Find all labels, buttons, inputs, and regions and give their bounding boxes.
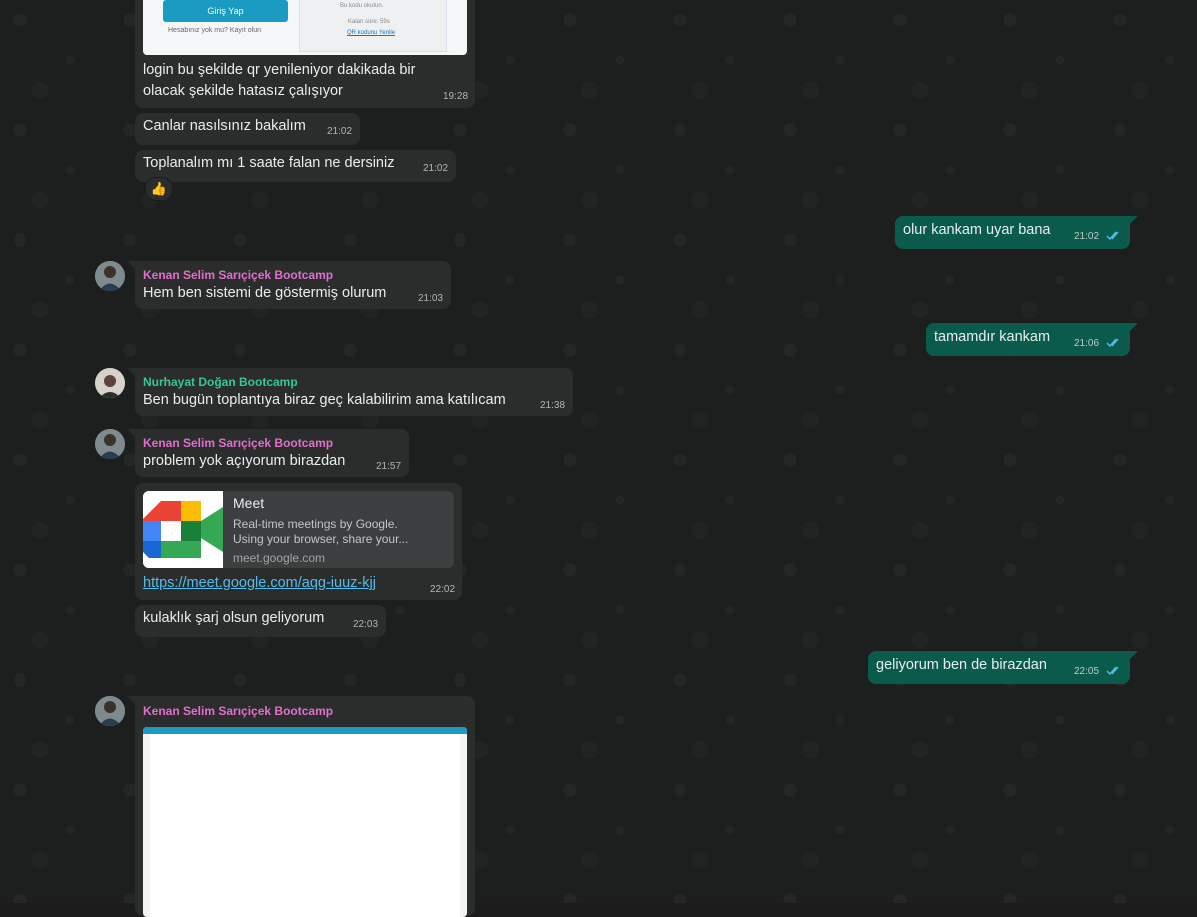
message-text: login bu şekilde qr yenileniyor dakikada… [143, 62, 416, 78]
message-incoming[interactable]: Toplanalım mı 1 saate falan ne dersiniz … [135, 150, 456, 182]
qr-link: QR kodunu Yenile [347, 30, 396, 36]
bubble-tail [1130, 216, 1138, 224]
meet-link[interactable]: https://meet.google.com/aqg-iuuz-kjj [143, 573, 376, 594]
message-outgoing[interactable]: olur kankam uyar bana 21:02 [895, 216, 1130, 249]
message-incoming-link[interactable]: Meet Real-time meetings by Google. Using… [135, 483, 462, 600]
double-check-icon [1106, 338, 1119, 348]
preview-title: Meet [233, 495, 265, 511]
message-outgoing[interactable]: geliyorum ben de birazdan 22:05 [868, 651, 1130, 684]
message-time: 21:02 [423, 163, 449, 174]
bubble-tail [127, 368, 135, 376]
link-preview-card[interactable]: Meet Real-time meetings by Google. Using… [143, 491, 454, 568]
double-check-icon [1106, 231, 1119, 241]
message-text: problem yok açıyorum birazdan [143, 453, 346, 469]
message-incoming[interactable]: Nurhayat Doğan Bootcamp Ben bugün toplan… [135, 368, 573, 416]
message-incoming[interactable]: Kenan Selim Sarıçiçek Bootcamp Hem ben s… [135, 261, 451, 309]
preview-description: Real-time meetings by Google. [233, 517, 398, 531]
message-text: Toplanalım mı 1 saate falan ne dersiniz [143, 155, 395, 171]
message-text: Hem ben sistemi de göstermiş olurum [143, 285, 387, 301]
image-content [150, 734, 460, 917]
message-incoming-image[interactable]: Kenan Selim Sarıçiçek Bootcamp [135, 696, 475, 917]
qr-panel-image: Bu kodu okutun. Kalan süre: 59s QR kodun… [299, 0, 447, 52]
message-time: 21:02 [1074, 231, 1100, 242]
message-time: 19:28 [443, 91, 469, 102]
message-incoming[interactable]: kulaklık şarj olsun geliyorum 22:03 [135, 605, 386, 637]
login-screenshot[interactable]: Giriş Yap Hesabınız yok mu? Kayıt olun B… [143, 0, 467, 55]
bubble-tail [127, 696, 135, 704]
message-time: 21:03 [418, 293, 444, 304]
google-meet-logo [143, 491, 223, 568]
qr-line2: Kalan süre: 59s [348, 19, 390, 25]
bubble-tail [1130, 323, 1138, 331]
message-time: 21:38 [540, 400, 566, 411]
sender-name[interactable]: Kenan Selim Sarıçiçek Bootcamp [143, 704, 333, 718]
sender-name[interactable]: Kenan Selim Sarıçiçek Bootcamp [143, 436, 333, 450]
shared-image[interactable] [143, 727, 467, 917]
avatar[interactable] [95, 696, 125, 726]
message-text: kulaklık şarj olsun geliyorum [143, 610, 325, 626]
message-incoming-image[interactable]: Giriş Yap Hesabınız yok mu? Kayıt olun B… [135, 0, 475, 108]
message-text: olacak şekilde hatasız çalışıyor [143, 83, 343, 99]
message-text: Ben bugün toplantıya biraz geç kalabilir… [143, 392, 506, 408]
message-time: 21:57 [376, 461, 402, 472]
image-header-bar [143, 727, 467, 734]
message-text: tamamdır kankam [934, 329, 1051, 345]
avatar[interactable] [95, 368, 125, 398]
message-time: 22:02 [430, 584, 456, 595]
person-avatar-icon [95, 429, 125, 459]
reaction-thumbs-up[interactable]: 👍 [145, 177, 173, 201]
person-avatar-icon [95, 696, 125, 726]
message-time: 21:02 [327, 126, 353, 137]
avatar[interactable] [95, 261, 125, 291]
bubble-tail [127, 429, 135, 437]
login-button-image: Giriş Yap [163, 0, 288, 22]
double-check-icon [1106, 666, 1119, 676]
message-outgoing[interactable]: tamamdır kankam 21:06 [926, 323, 1130, 356]
message-text: geliyorum ben de birazdan [876, 657, 1047, 673]
message-time: 22:05 [1074, 666, 1100, 677]
bubble-tail [127, 261, 135, 269]
message-time: 22:03 [353, 619, 379, 630]
person-avatar-icon [95, 261, 125, 291]
avatar[interactable] [95, 429, 125, 459]
preview-domain: meet.google.com [233, 551, 326, 565]
qr-line1: Bu kodu okutun. [340, 3, 384, 9]
preview-description: Using your browser, share your... [233, 532, 409, 546]
message-text: olur kankam uyar bana [903, 222, 1051, 238]
bubble-tail [1130, 651, 1138, 659]
message-incoming[interactable]: Kenan Selim Sarıçiçek Bootcamp problem y… [135, 429, 409, 477]
message-time: 21:06 [1074, 338, 1100, 349]
message-text: Canlar nasılsınız bakalım [143, 118, 306, 134]
sender-name[interactable]: Nurhayat Doğan Bootcamp [143, 375, 298, 389]
register-text-image: Hesabınız yok mu? Kayıt olun [168, 27, 261, 34]
person-avatar-icon [95, 368, 125, 398]
sender-name[interactable]: Kenan Selim Sarıçiçek Bootcamp [143, 268, 333, 282]
message-incoming[interactable]: Canlar nasılsınız bakalım 21:02 [135, 113, 360, 145]
